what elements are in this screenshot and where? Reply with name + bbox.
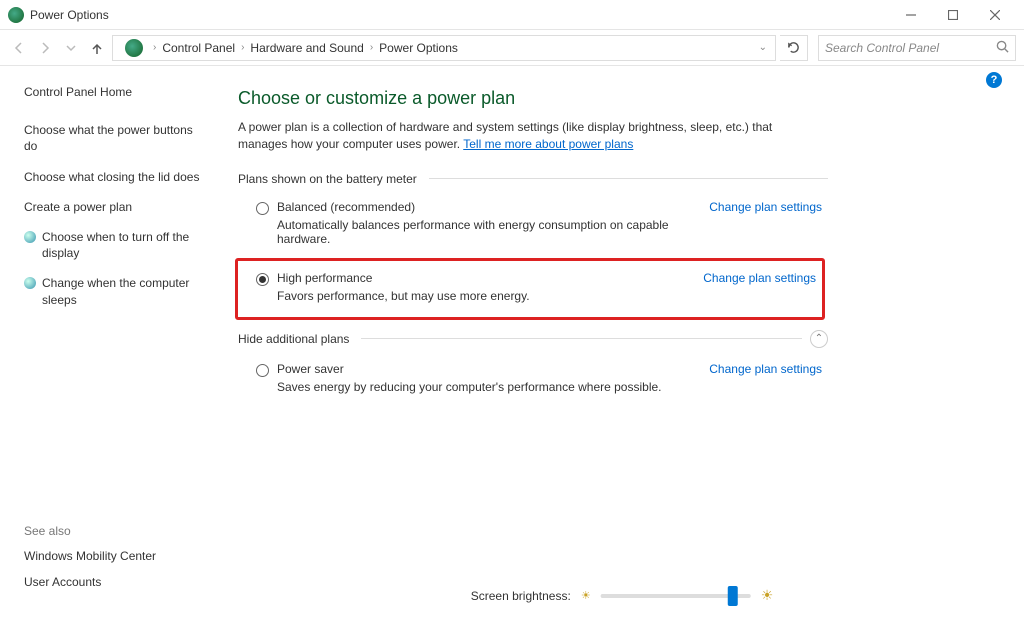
location-icon bbox=[125, 39, 143, 57]
section-battery-meter: Plans shown on the battery meter bbox=[238, 172, 828, 186]
up-button[interactable] bbox=[86, 37, 108, 59]
seealso-link-label: User Accounts bbox=[24, 574, 101, 590]
see-also-heading: See also bbox=[24, 524, 156, 538]
radio-power-saver[interactable] bbox=[256, 364, 269, 377]
control-panel-home-link[interactable]: Control Panel Home bbox=[24, 84, 208, 100]
collapse-icon[interactable]: ⌃ bbox=[810, 330, 828, 348]
chevron-right-icon: › bbox=[370, 42, 373, 53]
minimize-button[interactable] bbox=[890, 1, 932, 29]
sidebar-link-label: Choose what closing the lid does bbox=[24, 169, 199, 185]
sun-large-icon: ☀ bbox=[761, 587, 774, 604]
section-label: Hide additional plans bbox=[238, 332, 349, 346]
section-label: Plans shown on the battery meter bbox=[238, 172, 417, 186]
learn-more-link[interactable]: Tell me more about power plans bbox=[463, 137, 633, 151]
page-description: A power plan is a collection of hardware… bbox=[238, 119, 818, 154]
see-also-section: See also Windows Mobility Center User Ac… bbox=[24, 524, 156, 600]
search-box[interactable] bbox=[818, 35, 1016, 61]
breadcrumb[interactable]: › Control Panel › Hardware and Sound › P… bbox=[112, 35, 776, 61]
divider bbox=[429, 178, 828, 179]
refresh-button[interactable] bbox=[780, 35, 808, 61]
change-plan-settings-link[interactable]: Change plan settings bbox=[709, 200, 822, 214]
chevron-right-icon: › bbox=[241, 42, 244, 53]
seealso-link-mobility-center[interactable]: Windows Mobility Center bbox=[24, 548, 156, 564]
titlebar: Power Options bbox=[0, 0, 1024, 30]
plan-description: Favors performance, but may use more ene… bbox=[277, 289, 689, 303]
brightness-slider[interactable] bbox=[601, 594, 751, 598]
breadcrumb-item[interactable]: Control Panel bbox=[162, 41, 235, 55]
window-title: Power Options bbox=[30, 8, 109, 22]
change-plan-settings-link[interactable]: Change plan settings bbox=[709, 362, 822, 376]
sidebar-link-label: Create a power plan bbox=[24, 199, 132, 215]
sidebar: ? Control Panel Home Choose what the pow… bbox=[0, 66, 220, 618]
radio-balanced[interactable] bbox=[256, 202, 269, 215]
plan-power-saver: Power saver Saves energy by reducing you… bbox=[238, 358, 828, 402]
back-button[interactable] bbox=[8, 37, 30, 59]
chevron-right-icon: › bbox=[153, 42, 156, 53]
plan-name[interactable]: High performance bbox=[277, 271, 689, 285]
brightness-control: Screen brightness: ☀ ☀ bbox=[471, 587, 774, 604]
breadcrumb-item[interactable]: Power Options bbox=[379, 41, 458, 55]
brightness-label: Screen brightness: bbox=[471, 589, 571, 603]
sun-small-icon: ☀ bbox=[581, 589, 591, 602]
main-panel: Choose or customize a power plan A power… bbox=[220, 66, 1024, 618]
plan-description: Automatically balances performance with … bbox=[277, 218, 695, 246]
sidebar-link-create-plan[interactable]: Create a power plan bbox=[24, 199, 208, 215]
plan-name[interactable]: Balanced (recommended) bbox=[277, 200, 695, 214]
monitor-icon bbox=[24, 231, 36, 243]
search-input[interactable] bbox=[825, 41, 996, 55]
sidebar-link-label: Choose what the power buttons do bbox=[24, 122, 208, 154]
plan-description: Saves energy by reducing your computer's… bbox=[277, 380, 695, 394]
plan-balanced: Balanced (recommended) Automatically bal… bbox=[238, 196, 828, 254]
forward-button[interactable] bbox=[34, 37, 56, 59]
power-options-icon bbox=[8, 7, 24, 23]
seealso-link-label: Windows Mobility Center bbox=[24, 548, 156, 564]
plan-name[interactable]: Power saver bbox=[277, 362, 695, 376]
slider-track bbox=[601, 594, 733, 598]
seealso-link-user-accounts[interactable]: User Accounts bbox=[24, 574, 156, 590]
sidebar-home-label: Control Panel Home bbox=[24, 84, 132, 100]
divider bbox=[361, 338, 802, 339]
moon-icon bbox=[24, 277, 36, 289]
sidebar-link-label: Change when the computer sleeps bbox=[42, 275, 208, 307]
page-title: Choose or customize a power plan bbox=[238, 88, 996, 109]
section-additional-plans[interactable]: Hide additional plans ⌃ bbox=[238, 330, 828, 348]
recent-dropdown[interactable] bbox=[60, 37, 82, 59]
breadcrumb-item[interactable]: Hardware and Sound bbox=[250, 41, 363, 55]
slider-thumb[interactable] bbox=[728, 586, 738, 606]
chevron-down-icon[interactable]: ⌄ bbox=[759, 42, 767, 53]
search-icon bbox=[996, 40, 1009, 56]
plan-high-performance: High performance Favors performance, but… bbox=[235, 258, 825, 320]
sidebar-link-computer-sleeps[interactable]: Change when the computer sleeps bbox=[24, 275, 208, 307]
close-button[interactable] bbox=[974, 1, 1016, 29]
maximize-button[interactable] bbox=[932, 1, 974, 29]
change-plan-settings-link[interactable]: Change plan settings bbox=[703, 271, 816, 285]
address-bar: › Control Panel › Hardware and Sound › P… bbox=[0, 30, 1024, 66]
sidebar-link-label: Choose when to turn off the display bbox=[42, 229, 208, 261]
sidebar-link-turn-off-display[interactable]: Choose when to turn off the display bbox=[24, 229, 208, 261]
radio-high-performance[interactable] bbox=[256, 273, 269, 286]
sidebar-link-closing-lid[interactable]: Choose what closing the lid does bbox=[24, 169, 208, 185]
sidebar-link-power-buttons[interactable]: Choose what the power buttons do bbox=[24, 122, 208, 154]
